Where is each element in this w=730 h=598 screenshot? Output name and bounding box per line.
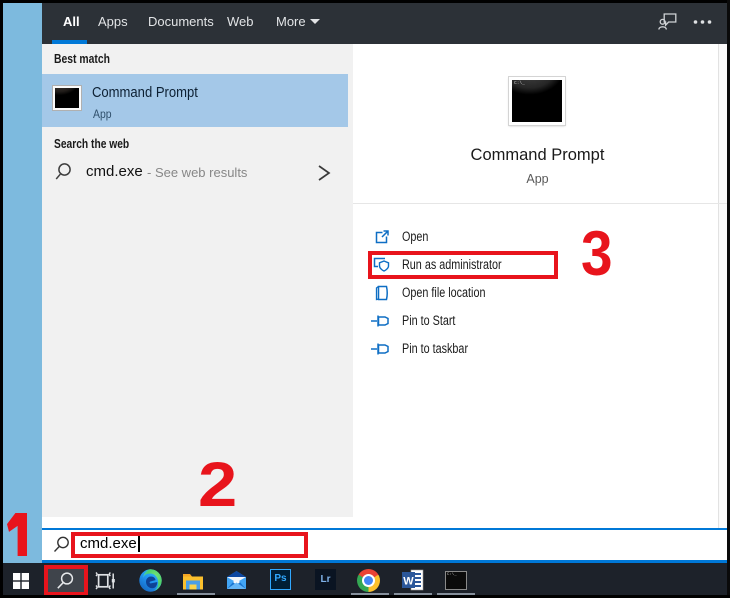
svg-text:W: W — [403, 576, 414, 588]
